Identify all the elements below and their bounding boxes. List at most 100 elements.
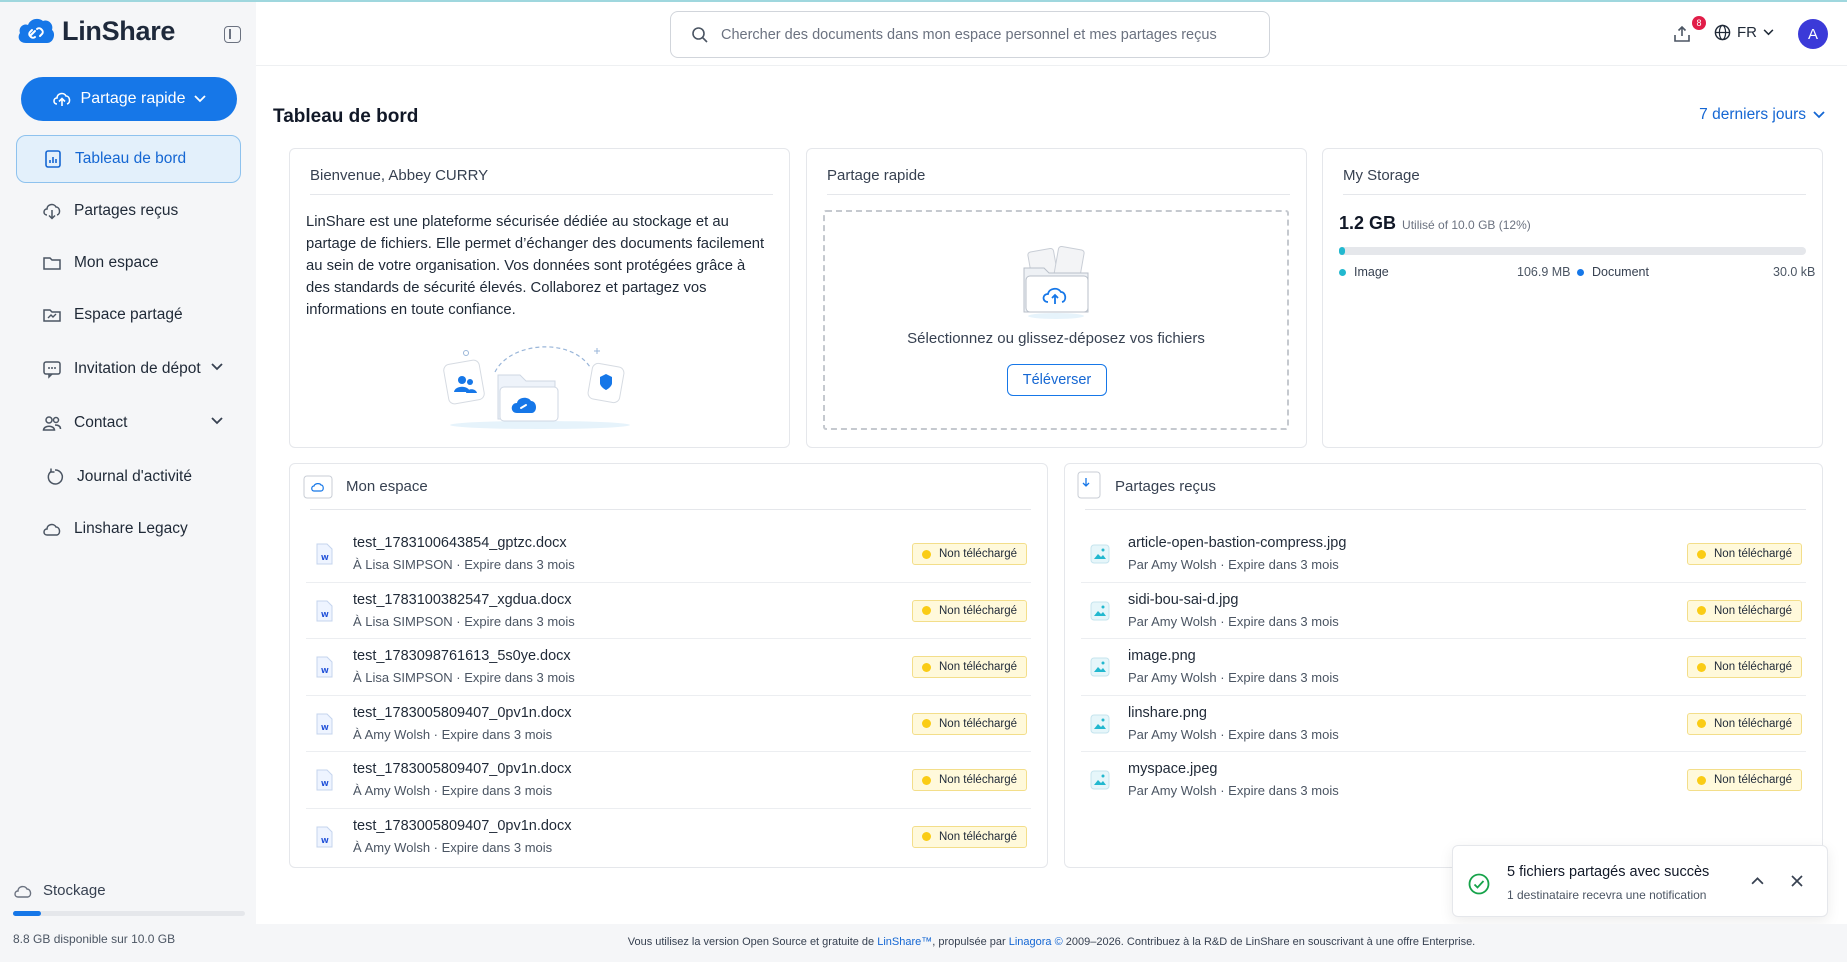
footer-text-middle: , propulsée par [932,936,1009,948]
history-icon [47,468,64,485]
footer-text-end: 2009–2026. Contribuez à la R&D de LinSha… [1062,936,1476,948]
share-illustration-icon [443,346,630,429]
search-icon [692,26,708,43]
sidebar-item-label: Tableau de bord [75,150,187,167]
chevron-down-icon [194,95,207,103]
sidebar-item-my-space[interactable]: Mon espace [16,239,241,287]
file-name[interactable]: article-open-bastion-compress.jpg [1128,535,1346,551]
status-badge: Non téléchargé [912,599,1027,622]
linagora-link[interactable]: Linagora © [1009,936,1063,948]
file-meta: À Lisa SIMPSON · Expire dans 3 mois [353,670,575,685]
quick-share-card: Partage rapide Sélectionnez ou glissez-d… [806,148,1307,448]
file-name[interactable]: test_1783005809407_0pv1n.docx [353,761,572,777]
my-storage-title: My Storage [1343,167,1806,195]
file-name[interactable]: test_1783100643854_gptzc.docx [353,535,567,551]
drop-instructions: Sélectionnez ou glissez-déposez vos fich… [907,330,1205,347]
file-name[interactable]: linshare.png [1128,705,1207,721]
sidebar-item-deposit-invitation[interactable]: Invitation de dépot [16,345,241,393]
status-badge: Non téléchargé [912,769,1027,791]
cloud-upload-icon [52,92,70,106]
list-item[interactable]: Wtest_1783100382547_xgdua.docx À Lisa SIM… [306,583,1031,639]
shared-folder-icon [43,309,61,322]
my-space-card: Mon espace Wtest_1783100643854_gptzc.doc… [289,463,1048,868]
language-selector[interactable]: FR [1714,24,1774,41]
welcome-title: Bienvenue, Abbey CURRY [310,167,773,195]
file-meta: Par Amy Wolsh · Expire dans 3 mois [1128,783,1339,798]
chevron-up-icon[interactable] [1751,876,1764,885]
file-name[interactable]: image.png [1128,648,1196,664]
file-name[interactable]: test_1783098761613_5s0ye.docx [353,648,571,664]
upload-button[interactable]: Téléverser [1007,364,1107,396]
list-item[interactable]: article-open-bastion-compress.jpg Par Amy… [1081,526,1806,583]
close-icon[interactable] [1791,875,1803,887]
sidebar-item-activity-log[interactable]: Journal d'activité [16,453,241,501]
status-badge: Non téléchargé [912,825,1027,848]
file-name[interactable]: sidi-bou-sai-d.jpg [1128,592,1238,608]
received-shares-title: Partages reçus [1085,478,1806,510]
list-item[interactable]: sidi-bou-sai-d.jpg Par Amy Wolsh · Expire… [1081,583,1806,639]
status-badge: Non téléchargé [912,656,1027,678]
file-name[interactable]: test_1783005809407_0pv1n.docx [353,818,572,834]
collapse-sidebar-icon[interactable] [224,26,241,43]
user-avatar[interactable]: A [1798,19,1828,49]
sidebar-item-received-shares[interactable]: Partages reçus [16,187,241,235]
list-item[interactable]: linshare.png Par Amy Wolsh · Expire dans … [1081,696,1806,752]
cloud-icon [43,523,61,536]
sidebar-item-label: Espace partagé [74,306,183,323]
file-meta: À Lisa SIMPSON · Expire dans 3 mois [353,613,575,629]
file-meta: À Amy Wolsh · Expire dans 3 mois [353,726,553,742]
toast-title: 5 fichiers partagés avec succès [1507,864,1710,880]
list-item[interactable]: Wtest_1783098761613_5s0ye.docx À Lisa SIM… [306,639,1031,696]
globe-icon [1714,24,1731,41]
sidebar-item-label: Linshare Legacy [74,520,188,537]
quick-share-button[interactable]: Partage rapide [21,77,237,121]
list-item[interactable]: image.png Par Amy Wolsh · Expire dans 3 m… [1081,639,1806,696]
folder-icon [43,257,61,270]
linshare-link[interactable]: LinShare™ [877,936,932,948]
svg-text:W: W [321,611,329,619]
check-circle-icon [1468,873,1490,895]
sidebar-item-label: Partages reçus [74,202,179,219]
storage-usage-bar [1339,247,1806,255]
quick-share-label: Partage rapide [80,90,186,107]
top-bar: 8 FR A [256,2,1847,66]
word-file-icon: W [316,713,333,734]
storage-usage-fill [1339,247,1345,255]
logo[interactable]: LinShare [16,15,175,47]
image-file-icon [1090,770,1110,790]
status-badge: Non téléchargé [1687,656,1802,678]
chevron-down-icon[interactable] [211,363,223,371]
legend-document: Document [1577,265,1649,279]
list-item[interactable]: Wtest_1783005809407_0pv1n.docx À Amy Wols… [306,809,1031,866]
search-box[interactable] [670,11,1270,58]
app-name: LinShare [62,15,176,46]
sidebar-item-label: Contact [74,414,128,431]
file-name[interactable]: test_1783100382547_xgdua.docx [353,592,572,608]
list-item[interactable]: Wtest_1783005809407_0pv1n.docx À Amy Wols… [306,752,1031,809]
legend-document-value: 30.0 kB [1773,265,1816,279]
list-item[interactable]: Wtest_1783005809407_0pv1n.docx À Amy Wols… [306,696,1031,752]
upload-queue-icon[interactable] [1673,25,1691,43]
word-file-icon: W [316,543,333,565]
legend-document-label: Document [1592,265,1649,279]
success-toast: 5 fichiers partagés avec succès 1 destin… [1452,845,1828,917]
search-input[interactable] [721,26,1241,43]
storage-progress-bar [13,911,245,916]
sidebar-item-linshare-legacy[interactable]: Linshare Legacy [16,505,241,553]
sidebar-item-label: Mon espace [74,254,159,271]
list-item[interactable]: myspace.jpeg Par Amy Wolsh · Expire dans … [1081,752,1806,809]
list-item[interactable]: Wtest_1783100643854_gptzc.docx À Lisa SIM… [306,526,1031,583]
sidebar-storage: Stockage 8.8 GB disponible sur 10.0 GB [13,882,245,946]
storage-available-text: 8.8 GB disponible sur 10.0 GB [13,932,176,946]
file-name[interactable]: myspace.jpeg [1128,761,1217,777]
chevron-down-icon[interactable] [211,417,223,425]
file-name[interactable]: test_1783005809407_0pv1n.docx [353,705,572,721]
period-selector[interactable]: 7 derniers jours [1699,106,1825,124]
storage-progress-fill [13,911,41,916]
image-file-icon [1090,544,1110,564]
file-dropzone[interactable]: Sélectionnez ou glissez-déposez vos fich… [823,210,1289,430]
sidebar-item-contact[interactable]: Contact [16,399,241,447]
sidebar-item-shared-space[interactable]: Espace partagé [16,291,241,339]
sidebar-item-dashboard[interactable]: Tableau de bord [16,135,241,183]
document-color-dot [1577,268,1584,276]
